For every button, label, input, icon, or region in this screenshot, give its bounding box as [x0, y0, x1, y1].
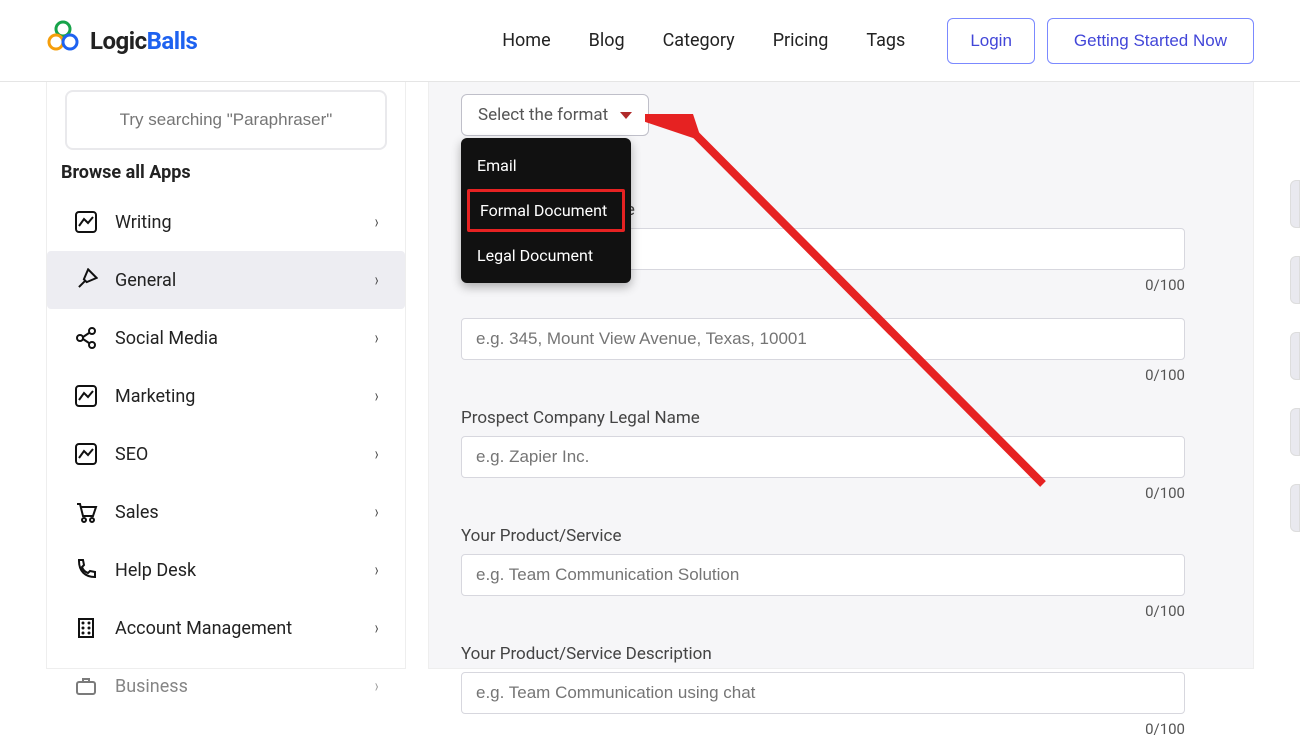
sidebar-item-writing[interactable]: Writing › [47, 193, 405, 251]
chart-icon [73, 209, 99, 235]
form-group: Prospect Company Legal Name 0/100 [461, 408, 1221, 502]
primary-nav: Home Blog Category Pricing Tags [502, 30, 905, 51]
cart-icon [73, 499, 99, 525]
search-wrap [65, 90, 387, 150]
logo-mark-icon [46, 20, 80, 61]
prospect-company-input[interactable] [461, 436, 1185, 478]
chevron-right-icon: › [374, 502, 378, 523]
product-service-input[interactable] [461, 554, 1185, 596]
sidebar-item-label: Help Desk [115, 560, 196, 581]
logo[interactable]: LogicBalls [46, 20, 197, 61]
sidebar-item-help-desk[interactable]: Help Desk › [47, 541, 405, 599]
sidebar-item-label: Account Management [115, 618, 292, 639]
form-group: Your Product/Service 0/100 [461, 526, 1221, 620]
sidebar-item-label: Writing [115, 212, 172, 233]
rail-tab[interactable] [1290, 256, 1300, 304]
char-counter: 0/100 [461, 602, 1185, 620]
chevron-right-icon: › [374, 328, 378, 349]
char-counter: 0/100 [461, 484, 1185, 502]
building-icon [73, 615, 99, 641]
sidebar-item-label: General [115, 270, 176, 291]
product-service-label: Your Product/Service [461, 526, 1221, 546]
right-rail [1290, 180, 1300, 532]
search-input[interactable] [73, 98, 379, 142]
rail-tab[interactable] [1290, 332, 1300, 380]
prospect-company-label: Prospect Company Legal Name [461, 408, 1221, 428]
nav-pricing[interactable]: Pricing [773, 30, 829, 51]
nav-category[interactable]: Category [663, 30, 735, 51]
header: LogicBalls Home Blog Category Pricing Ta… [0, 0, 1300, 82]
form-group: Your Product/Service Description 0/100 [461, 644, 1221, 738]
rail-tab[interactable] [1290, 484, 1300, 532]
format-option-email[interactable]: Email [461, 144, 631, 187]
sidebar-item-marketing[interactable]: Marketing › [47, 367, 405, 425]
chevron-right-icon: › [374, 270, 378, 291]
field-label-partial: me [611, 200, 1221, 220]
product-description-input[interactable] [461, 672, 1185, 714]
format-dropdown-menu: Email Formal Document Legal Document [461, 138, 631, 283]
product-description-label: Your Product/Service Description [461, 644, 1221, 664]
share-icon [73, 325, 99, 351]
form-group: 0/100 [461, 318, 1221, 384]
format-option-formal-document[interactable]: Formal Document [467, 189, 625, 232]
logo-text: LogicBalls [90, 27, 197, 55]
sidebar-item-business[interactable]: Business › [47, 657, 405, 715]
chevron-right-icon: › [374, 618, 378, 639]
char-counter: 0/100 [461, 720, 1185, 738]
sidebar-item-account-management[interactable]: Account Management › [47, 599, 405, 657]
main-panel: Select the format Email Formal Document … [428, 82, 1254, 669]
chevron-right-icon: › [374, 560, 378, 581]
format-select[interactable]: Select the format [461, 94, 649, 136]
rail-tab[interactable] [1290, 180, 1300, 228]
sidebar-item-seo[interactable]: SEO › [47, 425, 405, 483]
nav-home[interactable]: Home [502, 30, 550, 51]
chevron-right-icon: › [374, 676, 378, 697]
briefcase-icon [73, 673, 99, 699]
company-address-input[interactable] [461, 318, 1185, 360]
phone-icon [73, 557, 99, 583]
format-select-label: Select the format [478, 105, 608, 125]
chart-icon [73, 383, 99, 409]
pin-icon [73, 267, 99, 293]
getting-started-button[interactable]: Getting Started Now [1047, 18, 1254, 64]
category-list: Writing › General › Social Media › Marke… [47, 193, 405, 715]
sidebar-item-label: Sales [115, 502, 159, 523]
nav-blog[interactable]: Blog [589, 30, 625, 51]
sidebar-item-sales[interactable]: Sales › [47, 483, 405, 541]
sidebar-item-general[interactable]: General › [47, 251, 405, 309]
sidebar-item-label: Business [115, 676, 188, 697]
sidebar-item-social-media[interactable]: Social Media › [47, 309, 405, 367]
sidebar-item-label: Social Media [115, 328, 218, 349]
chevron-right-icon: › [374, 212, 378, 233]
login-button[interactable]: Login [947, 18, 1035, 64]
sidebar-item-label: SEO [115, 444, 148, 465]
browse-all-apps-title: Browse all Apps [61, 162, 391, 183]
format-option-legal-document[interactable]: Legal Document [461, 234, 631, 277]
rail-tab[interactable] [1290, 408, 1300, 456]
chart-icon [73, 441, 99, 467]
sidebar-item-label: Marketing [115, 386, 195, 407]
caret-down-icon [620, 112, 632, 119]
chevron-right-icon: › [374, 386, 378, 407]
nav-tags[interactable]: Tags [866, 30, 905, 51]
chevron-right-icon: › [374, 444, 378, 465]
sidebar: Browse all Apps Writing › General › Soci… [46, 82, 406, 669]
char-counter: 0/100 [461, 366, 1185, 384]
